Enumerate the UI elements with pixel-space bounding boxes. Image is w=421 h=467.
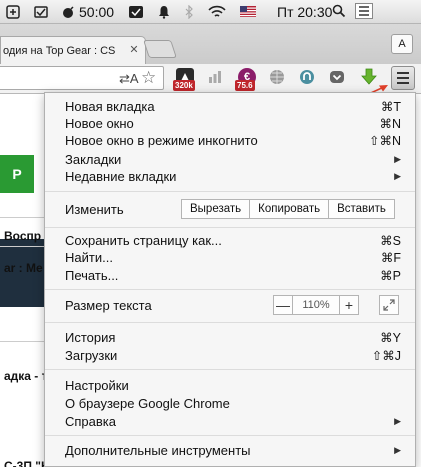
submenu-arrow-icon: ▶ <box>394 170 401 181</box>
edit-button-group: Вырезать Копировать Вставить <box>181 199 395 219</box>
chrome-main-menu: Новая вкладка ⌘T Новое окно ⌘N Новое окн… <box>44 92 416 467</box>
bomb-icon[interactable]: 50:00 <box>62 0 114 24</box>
fullscreen-icon <box>383 299 395 311</box>
menu-item-print[interactable]: Печать... ⌘P <box>65 267 401 283</box>
stats-extension-icon[interactable] <box>206 68 224 86</box>
menu-item-save-page[interactable]: Сохранить страницу как... ⌘S <box>65 232 401 248</box>
page-text-2: ar : Ме <box>4 261 43 275</box>
menu-item-bookmarks[interactable]: Закладки ▶ <box>65 151 401 167</box>
browser-tab[interactable]: одия на Top Gear : CS ✕ <box>0 36 146 64</box>
menu-separator <box>45 369 415 370</box>
fullscreen-button[interactable] <box>379 295 399 315</box>
menu-item-about[interactable]: О браузере Google Chrome <box>65 395 401 411</box>
notification-center-icon[interactable] <box>355 3 373 22</box>
profile-button[interactable]: A <box>391 34 413 54</box>
tab-strip: одия на Top Gear : CS ✕ A <box>0 24 421 64</box>
page-green-button[interactable]: Р <box>0 155 34 193</box>
tab-title: одия на Top Gear : CS <box>3 44 116 57</box>
submenu-arrow-icon: ▶ <box>394 415 401 426</box>
spotlight-icon[interactable] <box>332 4 346 21</box>
menu-item-incognito[interactable]: Новое окно в режиме инкогнито ⇧⌘N <box>65 132 401 148</box>
copy-button[interactable]: Копировать <box>250 199 330 219</box>
menu-item-find[interactable]: Найти... ⌘F <box>65 249 401 265</box>
globe-extension-icon[interactable] <box>268 68 286 86</box>
new-tab-button[interactable] <box>143 40 177 58</box>
chrome-menu-button[interactable] <box>391 66 415 90</box>
address-bar[interactable]: ⇄A ☆ <box>0 66 164 90</box>
paste-button[interactable]: Вставить <box>329 199 395 219</box>
macos-menubar: 50:00 Пт 20:30 <box>0 0 421 24</box>
menu-separator <box>45 191 415 192</box>
menu-item-new-window[interactable]: Новое окно ⌘N <box>65 115 401 131</box>
page-text-1: Воспр <box>4 229 42 243</box>
us-flag-icon[interactable] <box>240 0 257 24</box>
cut-button[interactable]: Вырезать <box>181 199 251 219</box>
zoom-level: 110% <box>293 295 339 315</box>
menu-separator <box>45 227 415 228</box>
pocket-extension-icon[interactable] <box>328 68 346 86</box>
submenu-arrow-icon: ▶ <box>394 153 401 164</box>
menu-item-history[interactable]: История ⌘Y <box>65 329 401 345</box>
translate-icon[interactable]: ⇄A <box>119 71 139 87</box>
extension-badge-2: 75.6 <box>235 80 255 91</box>
menu-separator <box>45 322 415 323</box>
extension-badge-1: 320k <box>173 80 195 91</box>
bell-icon[interactable] <box>158 0 170 24</box>
menu-item-help[interactable]: Справка ▶ <box>65 413 401 429</box>
menubar-clock[interactable]: Пт 20:30 <box>277 0 332 24</box>
wifi-icon[interactable] <box>208 0 226 24</box>
menu-separator <box>45 289 415 290</box>
menu-separator <box>45 435 415 436</box>
menu-item-recent-tabs[interactable]: Недавние вкладки ▶ <box>65 168 401 184</box>
status-icon-1[interactable] <box>6 0 20 24</box>
bookmark-star-icon[interactable]: ☆ <box>141 68 156 88</box>
display-icon[interactable] <box>128 0 144 24</box>
zoom-control: — 110% + <box>273 295 359 315</box>
hamburger-icon <box>397 72 409 74</box>
status-icon-2[interactable] <box>34 0 48 24</box>
menu-item-settings[interactable]: Настройки <box>65 377 401 393</box>
menu-item-downloads[interactable]: Загрузки ⇧⌘J <box>65 347 401 363</box>
submenu-arrow-icon: ▶ <box>394 444 401 455</box>
evernote-extension-icon[interactable] <box>298 68 316 86</box>
zoom-out-button[interactable]: — <box>273 295 293 315</box>
menu-item-more-tools[interactable]: Дополнительные инструменты ▶ <box>65 442 401 458</box>
tab-close-icon[interactable]: ✕ <box>129 45 139 56</box>
timer-text: 50:00 <box>79 3 115 20</box>
bluetooth-icon[interactable] <box>184 0 194 24</box>
menu-item-new-tab[interactable]: Новая вкладка ⌘T <box>65 98 401 114</box>
zoom-in-button[interactable]: + <box>339 295 359 315</box>
